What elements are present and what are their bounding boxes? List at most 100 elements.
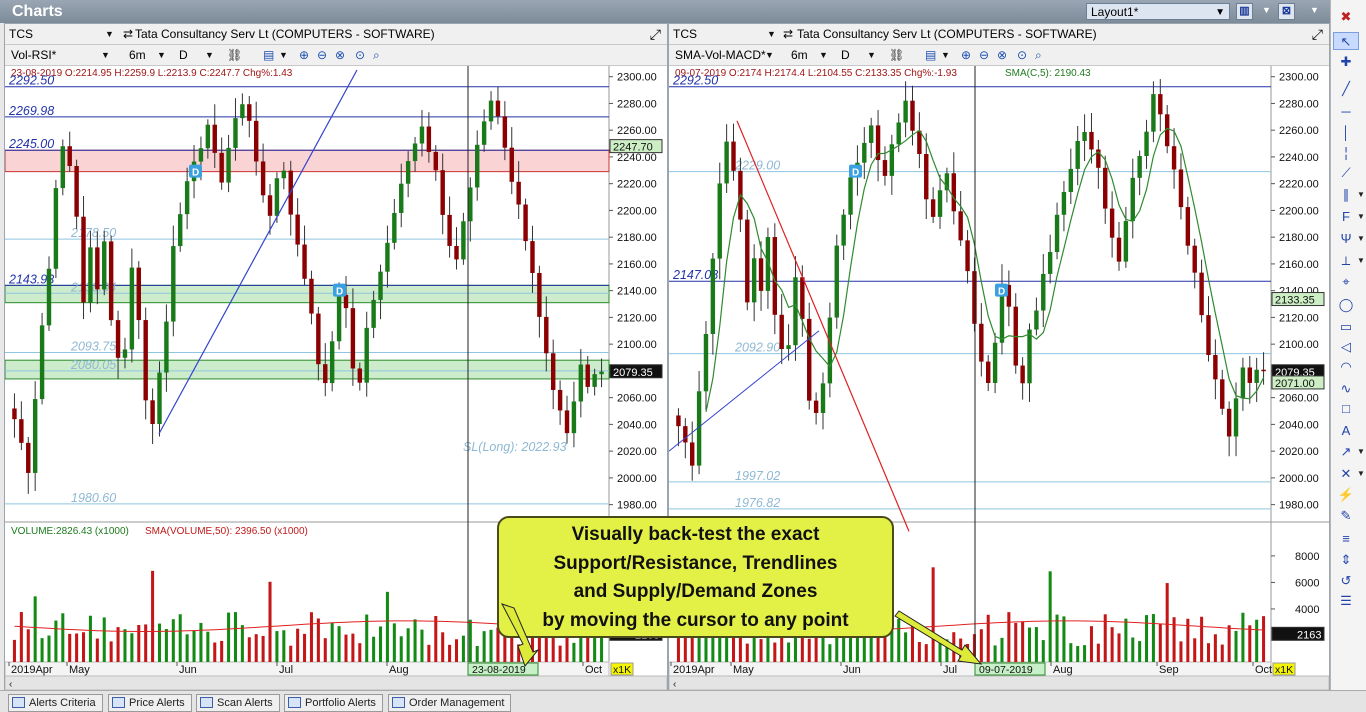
zoom-reset-icon[interactable]: ⊙ [1017,45,1027,65]
zoom-out-icon[interactable]: ⊖ [979,45,989,65]
pitchfork-icon[interactable]: Ψ [1333,230,1359,248]
template-value[interactable]: SMA-Vol-MACD* [675,45,766,65]
cursor-icon[interactable]: ↖ [1333,32,1359,50]
month-label: Jul [943,664,957,676]
chevron-down-icon[interactable]: ▼ [1258,3,1275,20]
symbol-select[interactable]: TCS ▼ [673,24,777,44]
expand-icon[interactable]: ⤢ [1312,24,1323,44]
layout-select[interactable]: Layout1* ▼ [1086,3,1230,20]
arrow-icon[interactable]: ↗ [1333,443,1359,461]
zoom-window-icon[interactable]: ⌕ [373,45,380,65]
align-icon[interactable]: ≡ [1333,530,1359,548]
volume-bar [441,632,445,662]
wave-icon[interactable]: ∿ [1333,380,1359,398]
chevron-down-icon[interactable]: ▼ [819,45,828,65]
volume-bar [1048,571,1052,662]
parallel-lines-icon[interactable]: ∥ [1333,186,1359,204]
zoom-window-icon[interactable]: ⌕ [1035,45,1042,65]
template-value[interactable]: Vol-RSI* [11,45,56,65]
layers-icon[interactable]: ☰ [1333,592,1359,610]
candle-body [834,245,839,318]
zoom-in-icon[interactable]: ⊕ [961,45,971,65]
ellipse-icon[interactable]: ◯ [1333,296,1359,314]
price-tick-label: 2120.00 [617,312,657,324]
volume-bar [130,633,134,662]
marker-icon[interactable]: ✕ [1333,465,1359,483]
square-icon[interactable]: □ [1333,400,1359,418]
chevron-down-icon[interactable]: ▼ [1306,3,1323,20]
chevron-down-icon[interactable]: ▼ [765,45,774,65]
close-icon[interactable]: ✖ [1333,8,1359,26]
volume-bar [1248,625,1252,662]
tab-alerts-criteria[interactable]: Alerts Criteria [8,694,103,712]
link-off-icon[interactable]: ⛓ [227,45,242,65]
candle-body [1089,131,1094,150]
text-icon[interactable]: A [1333,422,1359,440]
arc-icon[interactable]: ◠ [1333,358,1359,376]
zoom-fit-icon[interactable]: ⊗ [335,45,345,65]
chevron-down-icon[interactable]: ▼ [1357,447,1365,456]
volume-bar [855,635,859,662]
maximize-icon[interactable]: ⊠ [1278,3,1295,20]
candle-body [19,419,24,443]
fibonacci-icon[interactable]: F [1333,208,1359,226]
chart-type-icon[interactable]: ▤ [263,45,274,65]
chevron-down-icon[interactable]: ▼ [941,45,950,65]
cursor-date-label: 09-07-2019 [979,664,1033,676]
volume-bar [406,628,410,662]
ray-icon[interactable]: ⟋ [1333,164,1359,182]
tab-price-alerts[interactable]: Price Alerts [108,694,192,712]
price-tick-label: 2160.00 [1279,259,1319,271]
chevron-down-icon[interactable]: ▼ [101,45,110,65]
vertical-segment-icon[interactable]: ╎ [1333,145,1359,163]
volume-bar [12,639,16,662]
tab-scan-alerts[interactable]: Scan Alerts [196,694,280,712]
vertical-line-icon[interactable]: │ [1333,124,1359,142]
link-off-icon[interactable]: ⛓ [889,45,904,65]
candle-body [60,146,66,189]
expand-icon[interactable]: ⤢ [650,24,661,44]
volume-bar [787,642,791,662]
chevron-down-icon[interactable]: ▼ [157,45,166,65]
chevron-down-icon[interactable]: ▼ [279,45,288,65]
rectangle-icon[interactable]: ▭ [1333,318,1359,336]
zoom-fit-icon[interactable]: ⊗ [997,45,1007,65]
callout-line: Support/Resistance, Trendlines [553,552,838,574]
toggle-icon[interactable]: ⇄ [783,24,793,44]
interval-value[interactable]: D [841,45,850,65]
zigzag-icon[interactable]: ⚡ [1333,486,1359,504]
measure-icon[interactable]: ↺ [1333,572,1359,590]
toggle-icon[interactable]: ⇄ [123,24,133,44]
chevron-down-icon[interactable]: ▼ [1357,469,1365,478]
period-value[interactable]: 6m [129,45,146,65]
chevron-down-icon[interactable]: ▼ [1357,256,1365,265]
line-tool-icon[interactable]: ╱ [1333,80,1359,98]
interval-value[interactable]: D [179,45,188,65]
pencil-icon[interactable]: ✎ [1333,507,1359,525]
chevron-down-icon[interactable]: ▼ [867,45,876,65]
symbol-select[interactable]: TCS ▼ [9,24,114,44]
chevron-down-icon[interactable]: ▼ [1357,234,1365,243]
horizontal-line-icon[interactable]: ─ [1333,103,1359,121]
tab-portfolio-alerts[interactable]: Portfolio Alerts [284,694,383,712]
chevron-down-icon[interactable]: ▼ [205,45,214,65]
tab-order-management[interactable]: Order Management [388,694,512,712]
horizontal-scrollbar [669,675,1329,690]
spacing-icon[interactable]: ⇕ [1333,551,1359,569]
volume-bar [993,645,997,662]
zoom-reset-icon[interactable]: ⊙ [355,45,365,65]
zoom-out-icon[interactable]: ⊖ [317,45,327,65]
chevron-down-icon[interactable]: ▼ [1357,190,1365,199]
zoom-in-icon[interactable]: ⊕ [299,45,309,65]
chevron-down-icon[interactable]: ▼ [1357,212,1365,221]
candle-body [910,100,915,131]
layout-grid-icon[interactable]: ▥ [1236,3,1253,20]
month-label: Oct [1255,664,1272,676]
channel-icon[interactable]: ⟂ [1333,252,1359,270]
period-value[interactable]: 6m [791,45,808,65]
chart-type-icon[interactable]: ▤ [925,45,936,65]
volume-bar [47,635,51,662]
triangle-icon[interactable]: ◁ [1333,338,1359,356]
gann-icon[interactable]: ⌖ [1333,273,1359,291]
crosshair-icon[interactable]: ✚ [1333,53,1359,71]
